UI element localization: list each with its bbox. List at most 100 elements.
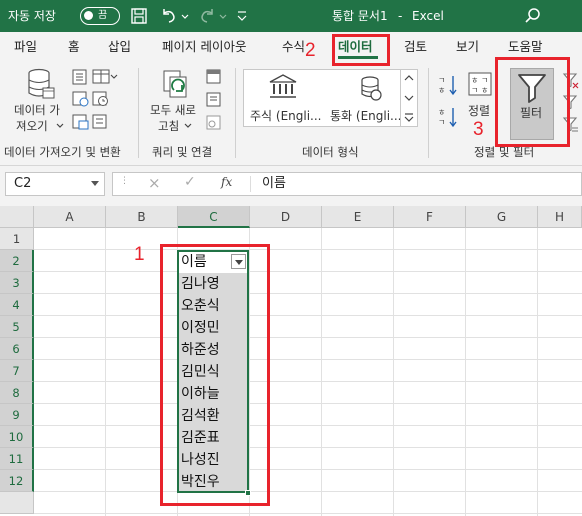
more-options-icon: ⋮ <box>120 176 129 186</box>
customize-icon[interactable] <box>236 7 248 25</box>
sort-icon[interactable]: ㅎ ㄱ ㄱ ㅎ <box>468 72 494 98</box>
insert-function-icon[interactable]: fx <box>221 175 232 189</box>
column-header-f[interactable]: F <box>394 206 466 228</box>
get-data-dropdown-icon[interactable] <box>56 122 64 130</box>
gallery-more-icon[interactable] <box>404 112 414 122</box>
svg-text:ㄱ: ㄱ <box>481 76 488 85</box>
enter-icon[interactable]: ✓ <box>184 174 196 190</box>
row-header-4[interactable]: 4 <box>0 294 34 316</box>
annotation-box-filter <box>495 57 570 147</box>
autosave-toggle[interactable]: 끔 <box>80 7 120 25</box>
sort-descending-icon[interactable]: ㅎ ㄱ <box>438 106 458 128</box>
refresh-all-label-2[interactable]: 고침 <box>158 118 179 134</box>
gridline <box>34 271 582 272</box>
gallery-up-icon[interactable] <box>404 74 414 82</box>
tab-review[interactable]: 검토 <box>404 32 427 62</box>
currency-icon[interactable] <box>356 74 384 102</box>
row-header-11[interactable]: 11 <box>0 448 34 470</box>
redo-icon[interactable] <box>198 7 216 25</box>
gridline <box>321 228 322 516</box>
existing-connections-icon[interactable] <box>92 114 110 130</box>
from-web-icon[interactable] <box>72 91 90 107</box>
row-header-1[interactable]: 1 <box>0 228 34 250</box>
row-header-8[interactable]: 8 <box>0 382 34 404</box>
group-queries-label: 쿼리 및 연결 <box>152 145 213 159</box>
refresh-dropdown-icon[interactable] <box>184 122 192 130</box>
tab-file[interactable]: 파일 <box>14 32 37 62</box>
from-table-icon[interactable] <box>92 69 118 85</box>
group-get-transform-label: 데이터 가져오기 및 변환 <box>4 145 121 159</box>
sort-ascending-icon[interactable]: ㄱ ㅎ <box>438 74 458 96</box>
group-separator <box>138 68 139 158</box>
gridline <box>34 469 582 470</box>
queries-connections-icon[interactable] <box>206 69 222 85</box>
group-data-types-label: 데이터 형식 <box>302 145 359 159</box>
gridline <box>34 425 582 426</box>
currency-label[interactable]: 통화 (Engli... <box>330 107 402 124</box>
tab-page-layout[interactable]: 페이지 레이아웃 <box>162 32 246 62</box>
search-icon[interactable] <box>524 7 542 25</box>
annotation-number-3: 3 <box>473 119 484 140</box>
get-data-label-1[interactable]: 데이터 가 <box>14 102 60 118</box>
formula-text[interactable]: 이름 <box>262 172 286 196</box>
refresh-all-label-1[interactable]: 모두 새로 <box>150 102 196 118</box>
undo-dropdown-icon[interactable] <box>180 7 190 25</box>
document-title: 통합 문서1 <box>332 9 388 23</box>
name-box[interactable]: C2 <box>5 172 105 196</box>
gridline <box>393 228 394 516</box>
column-header-d[interactable]: D <box>250 206 322 228</box>
annotation-number-2: 2 <box>305 40 316 61</box>
gridline <box>34 293 582 294</box>
from-picture-icon[interactable] <box>72 114 90 130</box>
stocks-icon[interactable] <box>268 74 298 100</box>
column-header-e[interactable]: E <box>322 206 394 228</box>
svg-text:ㅎ: ㅎ <box>481 86 488 95</box>
annotation-box-range <box>160 244 270 506</box>
title-separator: - <box>398 9 403 23</box>
tab-view[interactable]: 보기 <box>456 32 479 62</box>
edit-links-icon[interactable] <box>206 115 222 131</box>
select-all-corner[interactable] <box>0 206 34 228</box>
svg-text:ㅎ: ㅎ <box>438 108 445 117</box>
tab-home[interactable]: 홈 <box>68 32 80 62</box>
tab-insert[interactable]: 삽입 <box>108 32 131 62</box>
row-header-2[interactable]: 2 <box>0 250 34 272</box>
svg-text:ㄱ: ㄱ <box>438 118 445 127</box>
row-header-10[interactable]: 10 <box>0 426 34 448</box>
save-icon[interactable] <box>130 7 148 25</box>
row-header-6[interactable]: 6 <box>0 338 34 360</box>
recent-sources-icon[interactable] <box>92 91 110 107</box>
column-header-b[interactable]: B <box>106 206 178 228</box>
svg-text:ㅎ: ㅎ <box>471 76 478 85</box>
annotation-box-data-tab <box>332 34 390 66</box>
row-header-partial <box>0 492 34 514</box>
name-box-dropdown-icon[interactable] <box>91 181 99 186</box>
gridline <box>34 381 582 382</box>
stocks-label[interactable]: 주식 (Engli... <box>250 107 322 124</box>
row-header-3[interactable]: 3 <box>0 272 34 294</box>
formula-input-area[interactable] <box>112 172 582 196</box>
sort-label[interactable]: 정렬 <box>468 102 490 119</box>
column-header-a[interactable]: A <box>34 206 106 228</box>
gallery-down-icon[interactable] <box>404 94 414 102</box>
tab-formulas[interactable]: 수식 <box>282 32 305 62</box>
column-header-h[interactable]: H <box>538 206 582 228</box>
get-data-label-2[interactable]: 져오기 <box>16 118 48 134</box>
properties-icon[interactable] <box>206 92 222 108</box>
from-text-icon[interactable] <box>72 69 90 85</box>
row-header-12[interactable]: 12 <box>0 470 34 492</box>
row-header-5[interactable]: 5 <box>0 316 34 338</box>
row-header-7[interactable]: 7 <box>0 360 34 382</box>
redo-dropdown-icon[interactable] <box>218 7 228 25</box>
gridline <box>537 228 538 516</box>
column-header-g[interactable]: G <box>466 206 538 228</box>
undo-icon[interactable] <box>160 7 178 25</box>
column-header-c[interactable]: C <box>178 206 250 228</box>
refresh-all-icon[interactable] <box>160 68 192 100</box>
cancel-icon[interactable]: × <box>148 174 161 192</box>
row-header-9[interactable]: 9 <box>0 404 34 426</box>
gridline <box>34 403 582 404</box>
svg-text:ㅎ: ㅎ <box>438 86 445 95</box>
database-icon[interactable] <box>26 68 56 100</box>
group-separator <box>235 68 236 158</box>
